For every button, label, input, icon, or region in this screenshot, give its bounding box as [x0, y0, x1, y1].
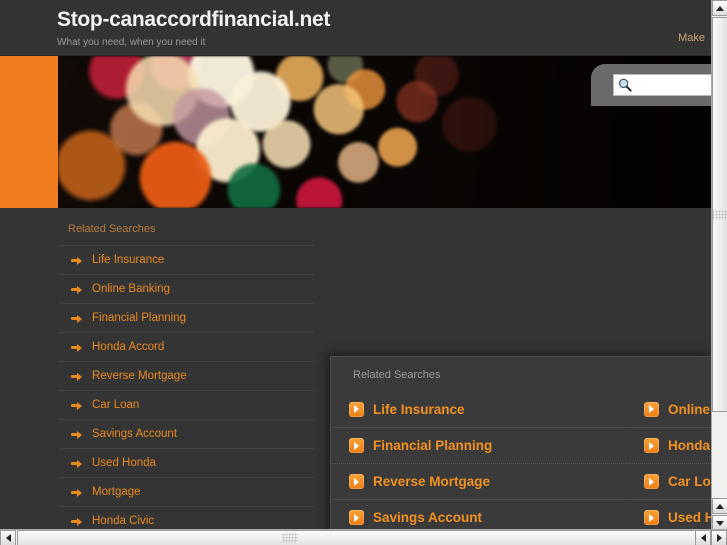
header-corner-link[interactable]: Make [678, 32, 705, 44]
popup-heading: Related Searches [353, 369, 441, 381]
popup-item-online-banking[interactable]: Online Banking [626, 391, 711, 427]
popup-item-label: Car Loan [668, 474, 711, 489]
arrow-bullet-icon [71, 371, 83, 381]
vertical-scroll-thumb[interactable] [712, 17, 727, 412]
sidebar-item-honda-accord[interactable]: Honda Accord [58, 332, 314, 361]
chevron-right-icon [644, 510, 659, 525]
scroll-right-inner-button[interactable] [695, 530, 711, 545]
sidebar-item-reverse-mortgage[interactable]: Reverse Mortgage [58, 361, 314, 390]
sidebar-related-searches: Related Searches Life Insurance Online B… [58, 220, 314, 531]
scroll-grip-icon [712, 209, 727, 220]
sidebar-item-savings-account[interactable]: Savings Account [58, 419, 314, 448]
popup-item-label: Life Insurance [373, 401, 465, 417]
popup-item-savings-account[interactable]: Savings Account [331, 499, 626, 531]
scroll-grip-icon [282, 533, 298, 543]
arrow-bullet-icon [71, 255, 83, 265]
search-input[interactable] [633, 76, 711, 94]
triangle-up-icon [716, 5, 724, 11]
popup-item-label: Online Banking [668, 401, 711, 417]
triangle-left-icon [5, 534, 11, 542]
sidebar-item-label: Savings Account [92, 428, 178, 440]
popup-item-car-loan[interactable]: Car Loan [626, 463, 711, 499]
popup-item-label: Reverse Mortgage [373, 474, 491, 489]
arrow-bullet-icon [71, 284, 83, 294]
scroll-up-button[interactable] [712, 0, 727, 16]
page-title: Stop-canaccordfinancial.net [57, 8, 331, 31]
triangle-left-icon [700, 534, 706, 542]
horizontal-scroll-thumb[interactable] [17, 530, 727, 545]
body-area: Related Searches Life Insurance Online B… [0, 208, 711, 531]
chevron-right-icon [644, 438, 659, 453]
sidebar-item-honda-civic[interactable]: Honda Civic [58, 506, 314, 531]
sidebar-item-label: Financial Planning [92, 312, 186, 324]
arrow-bullet-icon [71, 400, 83, 410]
sidebar-heading: Related Searches [68, 223, 156, 235]
sidebar-item-label: Life Insurance [92, 254, 165, 266]
sidebar-item-label: Reverse Mortgage [92, 370, 187, 382]
sidebar-item-life-insurance[interactable]: Life Insurance [58, 245, 314, 274]
chevron-right-icon [349, 438, 364, 453]
arrow-bullet-icon [71, 313, 83, 323]
triangle-up-icon [716, 503, 724, 509]
arrow-bullet-icon [71, 429, 83, 439]
chevron-right-icon [349, 401, 364, 417]
arrow-bullet-icon [71, 458, 83, 468]
scroll-down-top-button[interactable] [712, 498, 727, 514]
popup-item-reverse-mortgage[interactable]: Reverse Mortgage [331, 463, 626, 499]
related-searches-popup: Related Searches Life Insurance Financia… [330, 356, 711, 531]
sidebar-item-label: Honda Civic [92, 515, 154, 527]
sidebar-item-used-honda[interactable]: Used Honda [58, 448, 314, 477]
sidebar-item-label: Online Banking [92, 283, 170, 295]
scroll-left-button[interactable] [0, 530, 16, 545]
horizontal-scrollbar[interactable] [0, 529, 727, 545]
popup-item-honda-accord[interactable]: Honda Accord [626, 427, 711, 463]
popup-item-financial-planning[interactable]: Financial Planning [331, 427, 626, 463]
sidebar-item-label: Car Loan [92, 399, 140, 411]
popup-right-column: Online Banking Honda Accord Car Loan [626, 391, 711, 531]
popup-item-label: Savings Account [373, 510, 483, 525]
arrow-bullet-icon [71, 516, 83, 526]
chevron-right-icon [349, 510, 364, 525]
site-tagline: What you need, when you need it [57, 37, 206, 48]
sidebar-item-car-loan[interactable]: Car Loan [58, 390, 314, 419]
popup-item-life-insurance[interactable]: Life Insurance [331, 391, 626, 427]
page-content: Stop-canaccordfinancial.net What you nee… [0, 0, 711, 531]
vertical-scrollbar[interactable] [711, 0, 727, 531]
popup-left-column: Life Insurance Financial Planning Revers… [331, 391, 626, 531]
triangle-right-icon [716, 534, 722, 542]
popup-item-label: Financial Planning [373, 438, 493, 453]
popup-item-label: Honda Accord [668, 438, 711, 453]
sidebar-item-label: Used Honda [92, 457, 156, 469]
search-container [591, 64, 711, 106]
search-icon [618, 78, 632, 92]
sidebar-item-label: Honda Accord [92, 341, 165, 353]
arrow-bullet-icon [71, 487, 83, 497]
triangle-down-icon [716, 520, 724, 526]
popup-item-used-honda[interactable]: Used Honda [626, 499, 711, 531]
arrow-bullet-icon [71, 342, 83, 352]
hero-accent-bar [0, 56, 58, 208]
search-field[interactable] [613, 74, 711, 96]
popup-item-label: Used Honda [668, 510, 711, 525]
sidebar-item-mortgage[interactable]: Mortgage [58, 477, 314, 506]
sidebar-item-online-banking[interactable]: Online Banking [58, 274, 314, 303]
chevron-right-icon [349, 474, 364, 489]
chevron-right-icon [644, 401, 659, 417]
chevron-right-icon [644, 474, 659, 489]
sidebar-item-financial-planning[interactable]: Financial Planning [58, 303, 314, 332]
scroll-right-button[interactable] [711, 530, 727, 545]
popup-columns: Life Insurance Financial Planning Revers… [331, 391, 711, 531]
browser-viewport: Stop-canaccordfinancial.net What you nee… [0, 0, 727, 545]
sidebar-item-label: Mortgage [92, 486, 141, 498]
site-header: Stop-canaccordfinancial.net What you nee… [0, 0, 711, 56]
